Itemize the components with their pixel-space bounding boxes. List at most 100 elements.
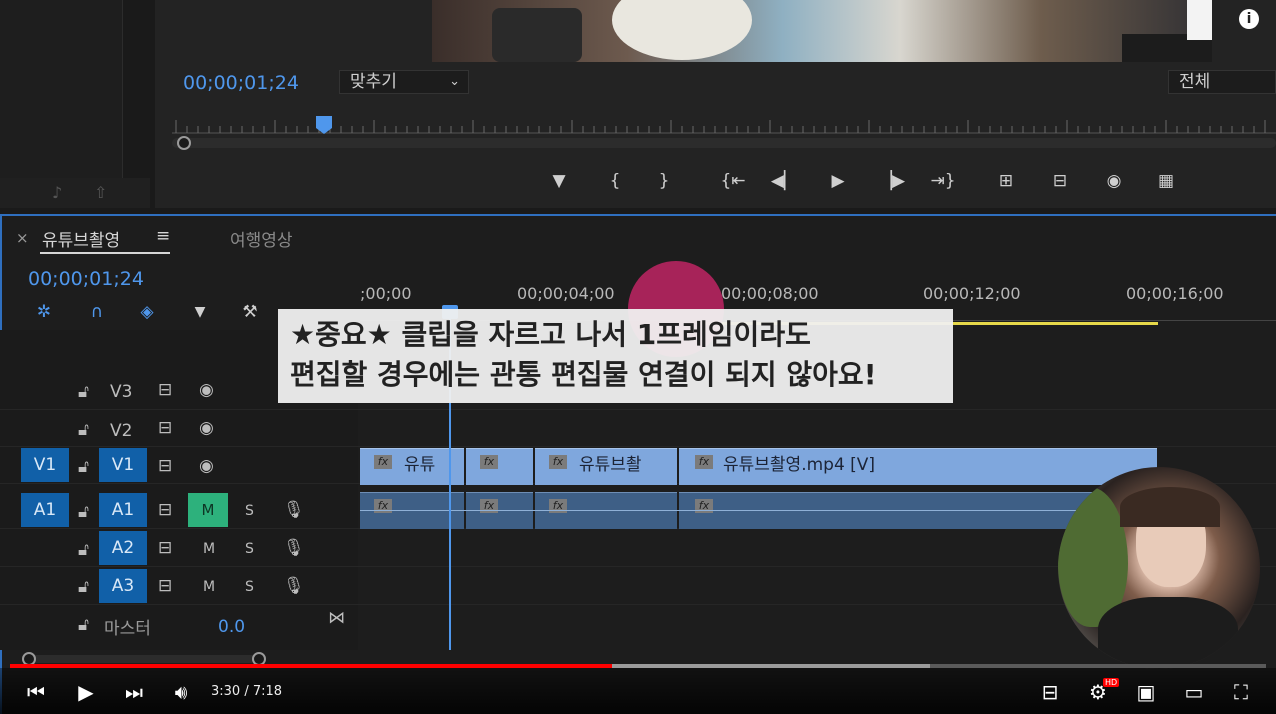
- source-a1[interactable]: A1: [21, 493, 69, 527]
- zoom-handle[interactable]: [177, 136, 191, 150]
- mute-button-a2[interactable]: M: [203, 541, 215, 557]
- sync-lock-icon[interactable]: ⊟: [158, 500, 172, 520]
- clip-name: 유튜브촬: [579, 455, 642, 475]
- export-icon[interactable]: ⇧: [94, 183, 107, 202]
- ruler-label: 00;00;08;00: [721, 284, 819, 303]
- eye-icon[interactable]: ◉: [199, 456, 214, 476]
- hd-badge: HD: [1103, 678, 1120, 687]
- add-marker-icon[interactable]: ▼: [188, 300, 212, 324]
- video-clip[interactable]: fx 유튜브촬: [535, 448, 677, 485]
- play-icon[interactable]: ▶: [74, 680, 98, 704]
- step-back-icon[interactable]: ◀▏: [770, 168, 798, 194]
- mute-button-a1[interactable]: M: [188, 493, 228, 527]
- source-panel-footer: ♪ ⇧: [0, 178, 150, 208]
- wrench-icon[interactable]: ⚒: [238, 300, 262, 324]
- snap-icon[interactable]: ∩: [85, 300, 109, 324]
- bowtie-icon[interactable]: ⋈: [328, 608, 345, 628]
- camera-icon[interactable]: ◉: [1100, 168, 1128, 194]
- mark-out-icon[interactable]: }: [653, 168, 675, 194]
- mute-button-a3[interactable]: M: [203, 579, 215, 595]
- subtitles-icon[interactable]: ⊟: [1036, 680, 1064, 704]
- volume-icon[interactable]: 🔊︎: [168, 680, 194, 704]
- video-clip[interactable]: fx: [466, 448, 533, 485]
- lock-icon[interactable]: 🔓︎: [78, 457, 89, 477]
- fit-label: 맞추기: [350, 72, 397, 92]
- fit-dropdown[interactable]: 맞추기 ⌄: [339, 70, 469, 94]
- subtitle-box: ★중요★ 클립을 자르고 나서 1프레임이라도 편집할 경우에는 관통 편집물 …: [278, 309, 953, 403]
- fx-badge: fx: [374, 455, 392, 469]
- program-timecode[interactable]: 00;00;01;24: [183, 72, 299, 94]
- audio-icon[interactable]: ♪: [52, 183, 62, 202]
- go-to-out-icon[interactable]: ⇥}: [926, 168, 960, 194]
- solo-button-a3[interactable]: S: [245, 579, 254, 595]
- clip-name: 유튜브촬영.mp4 [V]: [723, 455, 876, 475]
- overwrite-icon[interactable]: ⊟: [1044, 168, 1076, 194]
- master-volume[interactable]: 0.0: [218, 617, 245, 637]
- add-marker-icon[interactable]: ▼: [548, 168, 570, 194]
- lock-icon[interactable]: 🔓︎: [78, 382, 89, 402]
- ruler-label: ;00;00: [360, 284, 412, 303]
- fullscreen-icon[interactable]: ⛶: [1228, 680, 1254, 704]
- sync-lock-icon[interactable]: ⊟: [158, 418, 172, 438]
- play-icon[interactable]: ▶: [824, 168, 852, 194]
- active-tab-underline: [40, 252, 170, 254]
- solo-button-a2[interactable]: S: [245, 541, 254, 557]
- track-target-a2[interactable]: A2: [99, 531, 147, 565]
- miniplayer-icon[interactable]: ▣: [1132, 680, 1160, 704]
- source-v1[interactable]: V1: [21, 448, 69, 482]
- step-forward-icon[interactable]: ▕▶: [878, 168, 906, 194]
- nest-icon[interactable]: ✲: [32, 300, 56, 324]
- lock-icon[interactable]: 🔓︎: [78, 540, 89, 560]
- resolution-label: 전체: [1179, 72, 1211, 92]
- sync-lock-icon[interactable]: ⊟: [158, 538, 172, 558]
- menu-icon[interactable]: ≡: [156, 226, 170, 246]
- program-ruler[interactable]: [172, 116, 1276, 134]
- ruler-label: 00;00;12;00: [923, 284, 1021, 303]
- clip-name: 유튜: [404, 455, 436, 475]
- sync-lock-icon[interactable]: ⊟: [158, 456, 172, 476]
- video-clip[interactable]: fx 유튜브촬영.mp4 [V]: [679, 448, 1157, 485]
- sync-lock-icon[interactable]: ⊟: [158, 380, 172, 400]
- eye-icon[interactable]: ◉: [199, 380, 214, 400]
- close-icon[interactable]: ×: [16, 229, 29, 247]
- tab-active-sequence[interactable]: 유튜브촬영: [42, 226, 120, 251]
- track-target-a1[interactable]: A1: [99, 493, 147, 527]
- button-editor-icon[interactable]: ▦: [1150, 168, 1182, 194]
- tab-other-sequence[interactable]: 여행영상: [230, 226, 293, 251]
- next-icon[interactable]: ⏭: [122, 680, 146, 704]
- source-panel: [0, 0, 123, 178]
- sync-lock-icon[interactable]: ⊟: [158, 576, 172, 596]
- mic-icon[interactable]: 🎙︎: [283, 500, 305, 520]
- lock-icon[interactable]: 🔓︎: [78, 577, 89, 597]
- mic-icon[interactable]: 🎙︎: [283, 576, 305, 596]
- resolution-dropdown[interactable]: 전체: [1168, 70, 1276, 94]
- mark-in-icon[interactable]: {: [604, 168, 626, 194]
- played-bar: [10, 664, 612, 668]
- track-target-a3[interactable]: A3: [99, 569, 147, 603]
- linked-selection-icon[interactable]: ◈: [135, 300, 159, 324]
- fx-badge: fx: [480, 455, 498, 469]
- mic-icon[interactable]: 🎙︎: [283, 538, 305, 558]
- audio-waveform-line: [360, 510, 1157, 511]
- fx-badge: fx: [695, 455, 713, 469]
- lock-icon[interactable]: 🔓︎: [78, 420, 89, 440]
- timeline-timecode[interactable]: 00;00;01;24: [28, 268, 144, 290]
- solo-button-a1[interactable]: S: [245, 503, 254, 519]
- track-target-v1[interactable]: V1: [99, 448, 147, 482]
- program-zoom-bar[interactable]: [172, 138, 1276, 148]
- lock-icon[interactable]: 🔓︎: [78, 502, 89, 522]
- track-label-v2: V2: [110, 421, 133, 441]
- subtitle-line-1: ★중요★ 클립을 자르고 나서 1프레임이라도: [290, 318, 811, 351]
- lock-icon[interactable]: 🔓︎: [78, 615, 89, 635]
- presenter-video: [1058, 467, 1260, 669]
- master-label: 마스터: [104, 619, 151, 639]
- previous-icon[interactable]: ⏮: [24, 680, 48, 704]
- go-to-in-icon[interactable]: {⇤: [716, 168, 750, 194]
- theater-mode-icon[interactable]: ▭: [1180, 680, 1208, 704]
- info-icon[interactable]: i: [1239, 9, 1259, 29]
- video-preview: [432, 0, 1212, 62]
- timeline-scrollbar[interactable]: [25, 655, 265, 663]
- insert-icon[interactable]: ⊞: [990, 168, 1022, 194]
- eye-icon[interactable]: ◉: [199, 418, 214, 438]
- subtitle-line-2: 편집할 경우에는 관통 편집물 연결이 되지 않아요!: [290, 358, 877, 391]
